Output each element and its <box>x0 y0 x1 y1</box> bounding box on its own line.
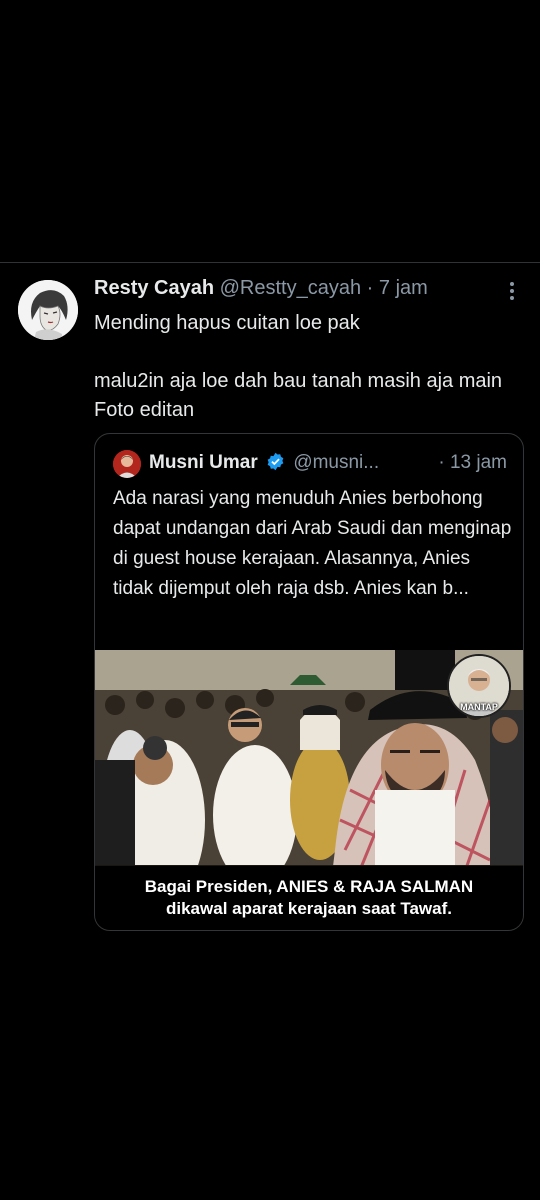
verified-badge-icon <box>266 452 285 471</box>
more-vertical-icon[interactable] <box>500 279 524 303</box>
tweet-time[interactable]: 7 jam <box>379 277 428 299</box>
top-divider <box>0 262 540 263</box>
quoted-text: Ada narasi yang menuduh Anies berbohong … <box>113 488 512 599</box>
image-caption: Bagai Presiden, ANIES & RAJA SALMAN dika… <box>95 866 523 930</box>
quoted-avatar-icon <box>113 450 141 478</box>
quoted-image[interactable]: MANTAP Bagai Presiden, ANIES & RAJA SALM… <box>95 650 523 930</box>
quoted-time[interactable]: · 13 jam <box>438 452 507 474</box>
separator-dot: · <box>366 277 374 299</box>
quoted-author-name[interactable]: Musni Umar <box>149 452 258 473</box>
caption-line-1: Bagai Presiden, ANIES & RAJA SALMAN <box>144 877 474 896</box>
quoted-header: Musni Umar @musni... <box>149 452 379 474</box>
caption-line-2: dikawal aparat kerajaan saat Tawaf. <box>166 899 452 918</box>
quoted-author-handle[interactable]: @musni... <box>293 452 379 473</box>
author-handle[interactable]: @Restty_cayah <box>220 277 361 299</box>
author-name[interactable]: Resty Cayah <box>94 277 214 299</box>
tweet-header: Resty Cayah @Restty_cayah · 7 jam <box>94 277 428 303</box>
tweet-text: Mending hapus cuitan loe pak malu2in aja… <box>94 312 503 421</box>
mantap-badge: MANTAP <box>447 654 511 718</box>
quoted-avatar[interactable] <box>113 450 141 478</box>
badge-label: MANTAP <box>460 702 498 712</box>
user-avatar[interactable] <box>18 280 78 340</box>
quoted-tweet[interactable]: Musni Umar @musni... · 13 jam Ada narasi… <box>94 433 524 931</box>
avatar-sketch-icon <box>18 280 78 340</box>
